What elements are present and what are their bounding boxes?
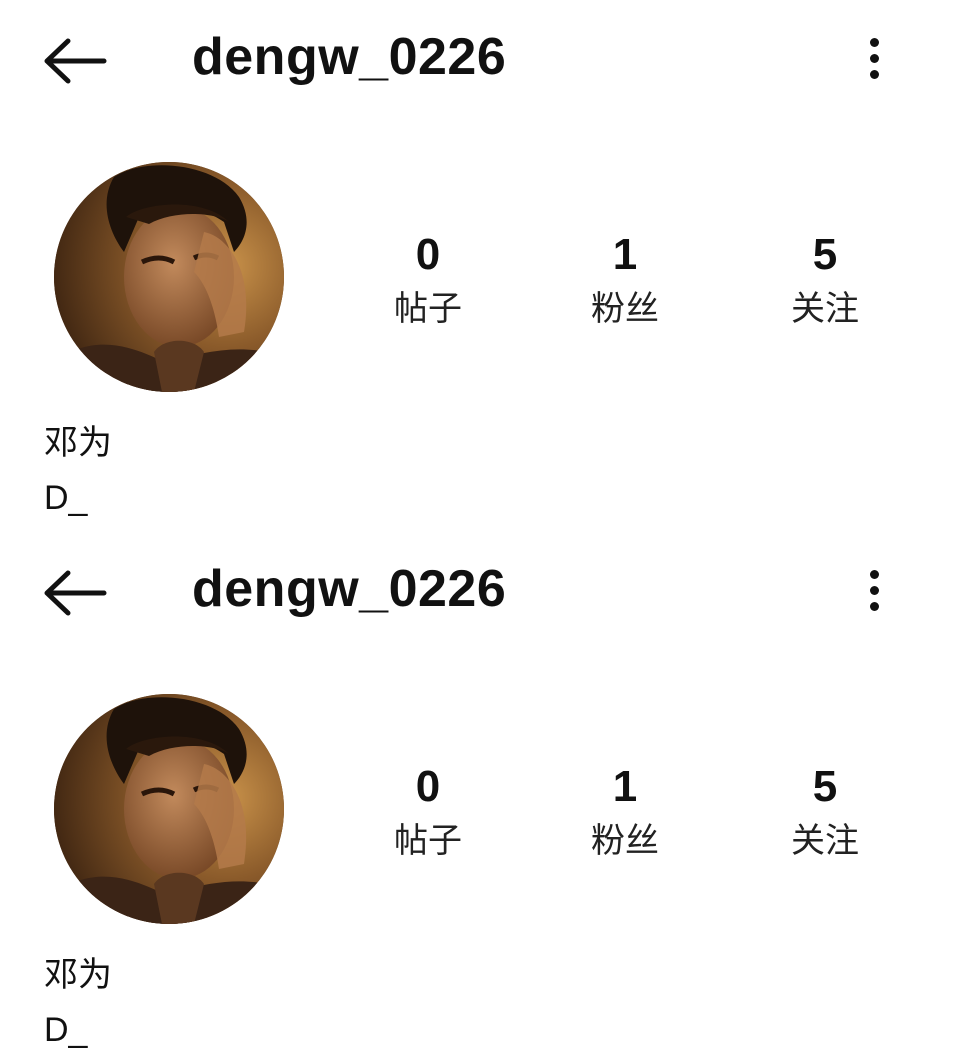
stat-following[interactable]: 5 关注 [755,760,895,864]
stat-followers-label: 粉丝 [591,289,659,329]
stat-posts-value: 0 [415,230,441,279]
username-title: dengw_0226 [192,28,507,86]
more-vertical-icon[interactable] [858,564,892,616]
bio-text: D_ [44,479,88,517]
stat-following[interactable]: 5 关注 [755,228,895,332]
stat-followers-label: 粉丝 [591,821,659,861]
profile-header: dengw_0226 [0,0,960,120]
stat-followers[interactable]: 1 粉丝 [555,228,695,332]
profile-screenshot: dengw_0226 0 帖子 1 粉丝 5 关注 邓为 D_ [0,0,960,532]
stat-followers-value: 1 [612,762,638,811]
stat-posts-label: 帖子 [394,821,462,861]
stat-posts[interactable]: 0 帖子 [358,228,498,332]
profile-header: dengw_0226 [0,532,960,652]
stat-posts-label: 帖子 [394,289,462,329]
profile-screenshot: dengw_0226 0 帖子 1 粉丝 5 关注 邓为 D_ [0,532,960,1064]
username-title: dengw_0226 [192,560,507,618]
stat-followers-value: 1 [612,230,638,279]
display-name: 邓为 [44,955,112,995]
avatar[interactable] [54,694,284,924]
display-name: 邓为 [44,423,112,463]
stat-following-label: 关注 [791,821,859,861]
avatar-photo [54,162,284,392]
avatar[interactable] [54,162,284,392]
stat-followers[interactable]: 1 粉丝 [555,760,695,864]
stat-posts-value: 0 [415,762,441,811]
stat-following-value: 5 [812,762,838,811]
more-vertical-icon[interactable] [858,32,892,84]
stat-following-value: 5 [812,230,838,279]
arrow-left-icon[interactable] [42,36,108,86]
arrow-left-icon[interactable] [42,568,108,618]
avatar-photo [54,694,284,924]
bio-text: D_ [44,1011,88,1049]
stat-following-label: 关注 [791,289,859,329]
stat-posts[interactable]: 0 帖子 [358,760,498,864]
